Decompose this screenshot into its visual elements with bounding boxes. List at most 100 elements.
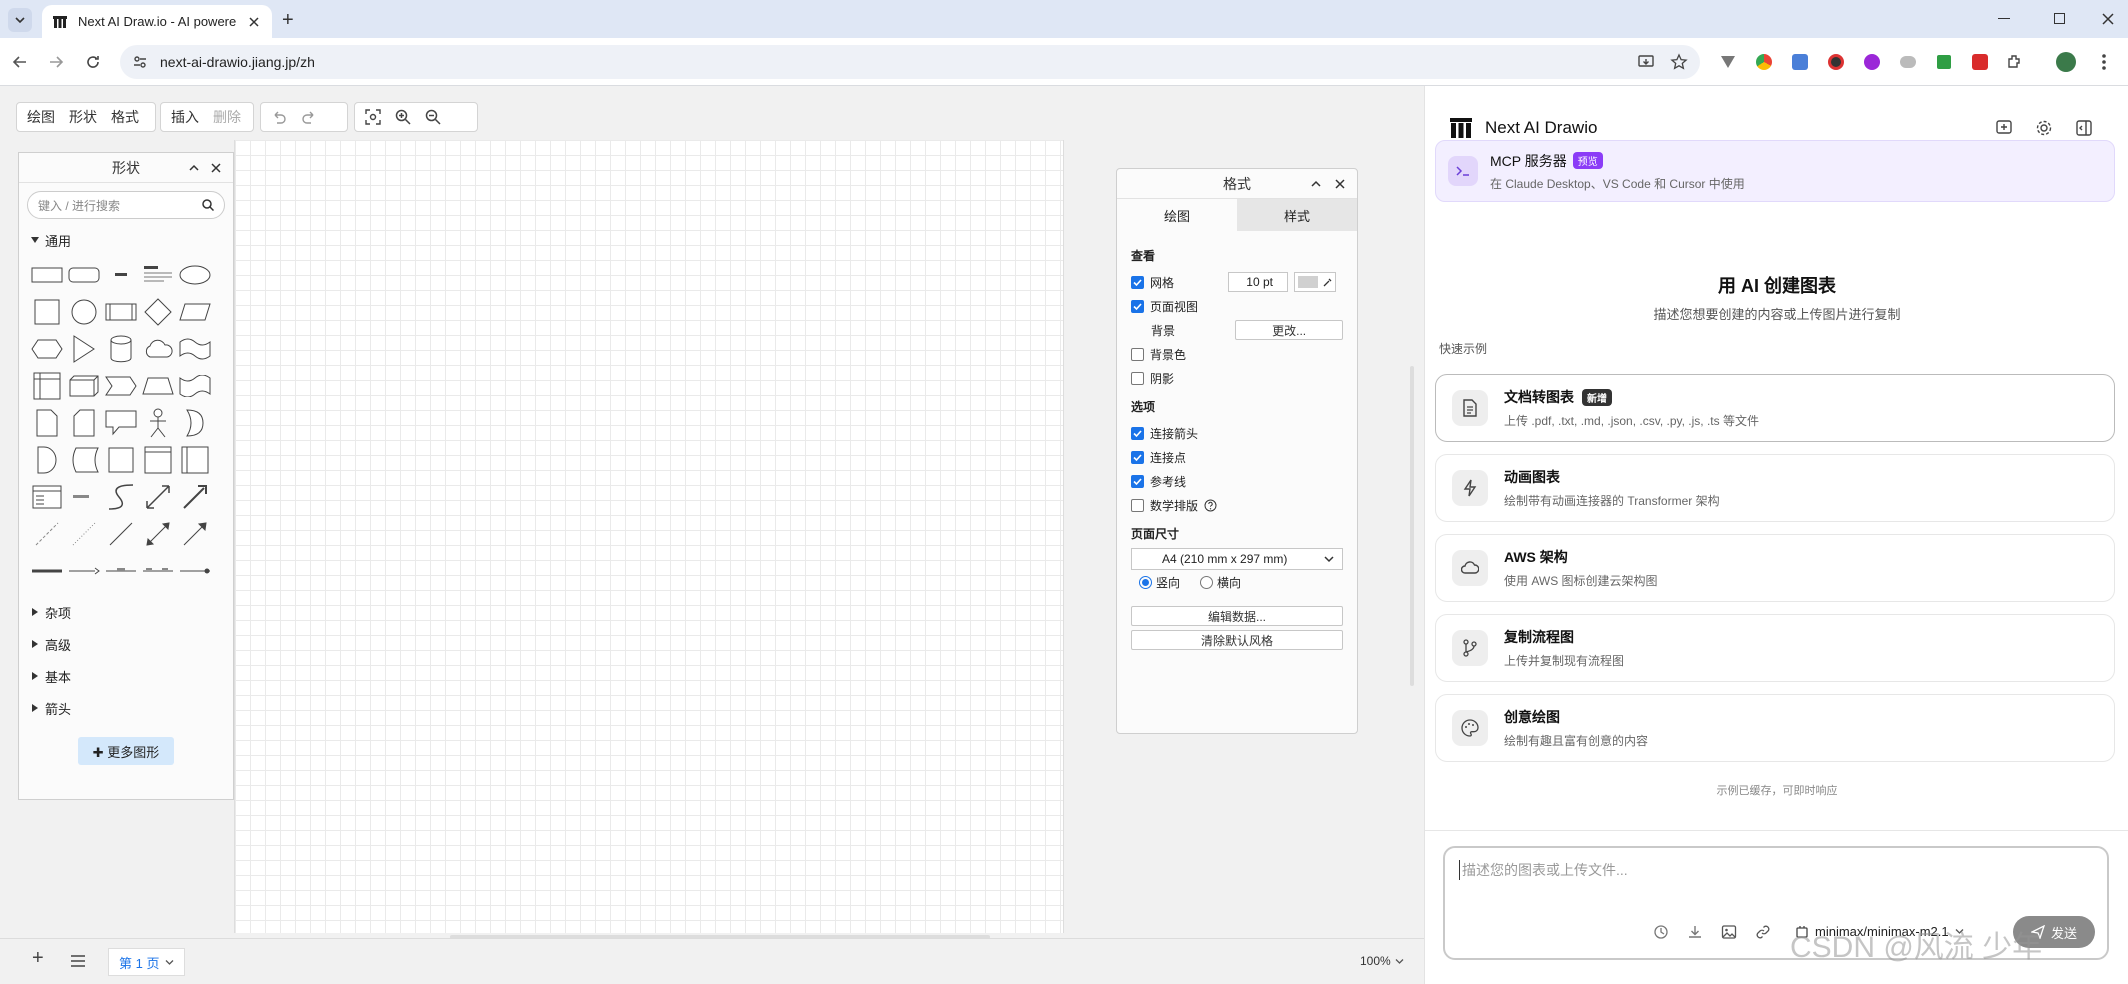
shape-list[interactable] — [29, 479, 65, 515]
shape-trapezoid[interactable] — [140, 368, 176, 404]
shape-actor[interactable] — [140, 405, 176, 441]
shape-connector-label[interactable] — [103, 553, 139, 589]
clear-default-style-button[interactable]: 清除默认风格 — [1131, 630, 1343, 650]
back-icon[interactable] — [12, 54, 28, 70]
example-card-creative[interactable]: 创意绘图 绘制有趣且富有创意的内容 — [1435, 694, 2115, 762]
shape-cloud[interactable] — [140, 331, 176, 367]
shape-bidirectional-arrow[interactable] — [140, 479, 176, 515]
extension-icon-6[interactable] — [1896, 50, 1920, 74]
section-general[interactable]: 通用 — [19, 227, 233, 253]
collapse-icon[interactable] — [1311, 179, 1321, 189]
profile-avatar[interactable] — [2056, 52, 2076, 72]
shape-note[interactable] — [29, 405, 65, 441]
tab-search-icon[interactable] — [8, 8, 32, 32]
shape-circle[interactable] — [66, 294, 102, 330]
help-icon[interactable] — [1204, 499, 1217, 512]
link-icon[interactable] — [1755, 924, 1771, 940]
section-basic[interactable]: 基本 — [19, 663, 233, 689]
extension-icon-3[interactable] — [1788, 50, 1812, 74]
grid-size-input[interactable]: 10 pt — [1228, 272, 1288, 292]
site-info-icon[interactable] — [132, 54, 148, 70]
tab-style[interactable]: 样式 — [1237, 199, 1357, 231]
shape-link[interactable] — [29, 553, 65, 589]
zoom-in-icon[interactable] — [395, 109, 411, 125]
portrait-radio[interactable] — [1139, 575, 1152, 589]
zoom-out-icon[interactable] — [425, 109, 441, 125]
tab-diagram[interactable]: 绘图 — [1117, 199, 1237, 231]
example-card-copy-flowchart[interactable]: 复制流程图 上传并复制现有流程图 — [1435, 614, 2115, 682]
download-icon[interactable] — [1687, 924, 1703, 940]
bg-color-checkbox[interactable] — [1131, 347, 1144, 361]
extension-icon-2[interactable] — [1752, 50, 1776, 74]
section-advanced[interactable]: 高级 — [19, 631, 233, 657]
page-view-checkbox[interactable] — [1131, 299, 1144, 313]
shape-text[interactable] — [103, 257, 139, 293]
shape-directional-connector[interactable] — [177, 516, 213, 552]
close-window-icon[interactable] — [2102, 13, 2114, 25]
shape-textbox[interactable] — [140, 257, 176, 293]
shape-list-item[interactable] — [66, 479, 102, 515]
redo-icon[interactable] — [301, 109, 317, 125]
new-tab-icon[interactable]: + — [282, 9, 294, 32]
fit-icon[interactable] — [365, 109, 381, 125]
page-size-select[interactable]: A4 (210 mm x 297 mm) — [1131, 548, 1343, 570]
vertical-scrollbar[interactable] — [1410, 366, 1414, 686]
shape-cube[interactable] — [66, 368, 102, 404]
page-tab[interactable]: 第 1 页 — [108, 948, 186, 976]
example-card-animated[interactable]: 动画图表 绘制带有动画连接器的 Transformer 架构 — [1435, 454, 2115, 522]
chat-input[interactable]: 描述您的图表或上传文件... — [1459, 860, 2099, 880]
extension-icon-4[interactable] — [1824, 50, 1848, 74]
shape-callout[interactable] — [103, 405, 139, 441]
example-card-aws[interactable]: AWS 架构 使用 AWS 图标创建云架构图 — [1435, 534, 2115, 602]
section-misc[interactable]: 杂项 — [19, 599, 233, 625]
change-background-button[interactable]: 更改... — [1235, 320, 1343, 340]
shape-vertical-lane[interactable] — [177, 442, 213, 478]
new-chat-icon[interactable] — [1995, 119, 2013, 137]
shape-line[interactable] — [103, 516, 139, 552]
menu-format[interactable]: 格式 — [111, 107, 139, 127]
install-app-icon[interactable] — [1638, 54, 1654, 70]
shape-or[interactable] — [177, 405, 213, 441]
forward-icon[interactable] — [48, 54, 64, 70]
connection-arrows-checkbox[interactable] — [1131, 426, 1144, 440]
edit-data-button[interactable]: 编辑数据... — [1131, 606, 1343, 626]
extensions-puzzle-icon[interactable] — [2006, 53, 2024, 71]
example-card-doc-to-diagram[interactable]: 文档转图表 新增 上传 .pdf, .txt, .md, .json, .csv,… — [1435, 374, 2115, 442]
add-page-icon[interactable]: + — [32, 947, 44, 970]
omnibox[interactable]: next-ai-drawio.jiang.jp/zh — [120, 45, 1700, 79]
shape-stored-data[interactable] — [66, 442, 102, 478]
shape-triangle[interactable] — [66, 331, 102, 367]
shape-rounded-rect[interactable] — [66, 257, 102, 293]
shape-tape[interactable] — [177, 368, 213, 404]
shape-container[interactable] — [103, 442, 139, 478]
math-checkbox[interactable] — [1131, 498, 1144, 512]
gear-icon[interactable] — [2035, 119, 2053, 137]
shape-diamond[interactable] — [140, 294, 176, 330]
guides-checkbox[interactable] — [1131, 474, 1144, 488]
extension-icon-8[interactable] — [1968, 50, 1992, 74]
browser-menu-icon[interactable] — [2101, 53, 2107, 71]
section-arrows[interactable]: 箭头 — [19, 695, 233, 721]
maximize-icon[interactable] — [2054, 13, 2065, 24]
undo-icon[interactable] — [271, 109, 287, 125]
reload-icon[interactable] — [85, 54, 101, 70]
shape-step[interactable] — [103, 368, 139, 404]
grid-color-button[interactable] — [1294, 272, 1336, 292]
close-icon[interactable] — [211, 163, 221, 173]
browser-tab[interactable]: Next AI Draw.io - AI powere — [42, 5, 272, 38]
shape-dashed-line[interactable] — [29, 516, 65, 552]
shape-card[interactable] — [66, 405, 102, 441]
shape-process[interactable] — [103, 294, 139, 330]
shadow-checkbox[interactable] — [1131, 371, 1144, 385]
more-shapes-button[interactable]: ✚ 更多图形 — [78, 737, 174, 765]
close-tab-icon[interactable] — [248, 16, 260, 28]
shape-curve[interactable] — [103, 479, 139, 515]
shape-internal-storage[interactable] — [29, 368, 65, 404]
menu-shape[interactable]: 形状 — [69, 107, 97, 127]
shape-connector-arrow[interactable] — [66, 553, 102, 589]
diagram-canvas[interactable] — [234, 140, 1064, 933]
shape-delay[interactable] — [29, 442, 65, 478]
extension-icon-1[interactable] — [1716, 50, 1740, 74]
shape-ellipse[interactable] — [177, 257, 213, 293]
shape-hexagon[interactable] — [29, 331, 65, 367]
